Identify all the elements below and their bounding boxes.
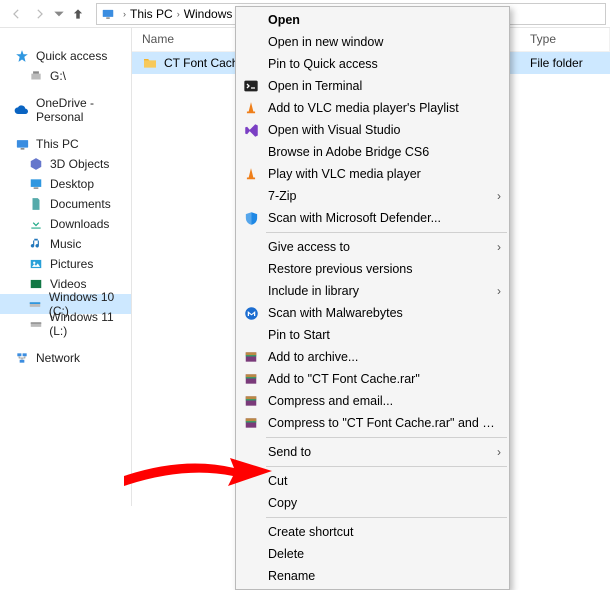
ctx-cut[interactable]: Cut [236,470,509,492]
winrar-icon [240,368,262,390]
ctx-rename[interactable]: Rename [236,565,509,587]
col-type[interactable]: Type [520,28,610,51]
download-icon [28,216,44,232]
pc-icon [101,7,115,21]
back-button[interactable] [4,2,28,26]
desktop-icon [28,176,44,192]
videos-icon [28,276,44,292]
breadcrumb-seg[interactable]: This PC [130,7,173,21]
ctx-delete[interactable]: Delete [236,543,509,565]
arrow-right-icon [33,7,47,21]
network-icon [14,350,30,366]
chevron-right-icon: › [497,189,501,203]
sidebar-item-music[interactable]: Music [0,234,131,254]
winrar-icon [240,346,262,368]
shield-icon [240,207,262,229]
drive-icon [28,296,43,312]
ctx-vlc-playlist[interactable]: Add to VLC media player's Playlist [236,97,509,119]
star-icon [14,48,30,64]
chevron-right-icon: › [497,284,501,298]
row-type: File folder [520,56,583,70]
winrar-icon [240,390,262,412]
ctx-open-new-window[interactable]: Open in new window [236,31,509,53]
drive-icon [28,316,43,332]
sidebar-item-desktop[interactable]: Desktop [0,174,131,194]
row-name: CT Font Cache [164,56,245,70]
sidebar-item-documents[interactable]: Documents [0,194,131,214]
malwarebytes-icon [240,302,262,324]
ctx-copy[interactable]: Copy [236,492,509,514]
sidebar-item-3d[interactable]: 3D Objects [0,154,131,174]
ctx-vlc-play[interactable]: Play with VLC media player [236,163,509,185]
terminal-icon [240,75,262,97]
sidebar-onedrive[interactable]: OneDrive - Personal [0,100,131,120]
chevron-right-icon: › [497,445,501,459]
sidebar-item-downloads[interactable]: Downloads [0,214,131,234]
music-icon [28,236,44,252]
ctx-visual-studio[interactable]: Open with Visual Studio [236,119,509,141]
ctx-send-to[interactable]: Send to› [236,441,509,463]
sidebar-quick-access[interactable]: Quick access [0,46,131,66]
ctx-restore-previous[interactable]: Restore previous versions [236,258,509,280]
up-button[interactable] [66,2,90,26]
vlc-icon [240,163,262,185]
sidebar-item-l-drive[interactable]: Windows 11 (L:) [0,314,131,334]
ctx-compress-email[interactable]: Compress and email... [236,390,509,412]
folder-icon [142,55,158,71]
arrow-up-icon [71,7,85,21]
chevron-down-icon [52,7,66,21]
cloud-icon [14,102,30,118]
ctx-include-library[interactable]: Include in library› [236,280,509,302]
forward-button[interactable] [28,2,52,26]
arrow-left-icon [9,7,23,21]
sidebar-network[interactable]: Network [0,348,131,368]
ctx-malwarebytes[interactable]: Scan with Malwarebytes [236,302,509,324]
winrar-icon [240,412,262,434]
chevron-right-icon: › [497,240,501,254]
document-icon [28,196,44,212]
ctx-add-rar[interactable]: Add to "CT Font Cache.rar" [236,368,509,390]
ctx-add-archive[interactable]: Add to archive... [236,346,509,368]
pictures-icon [28,256,44,272]
sidebar-item-pictures[interactable]: Pictures [0,254,131,274]
vlc-icon [240,97,262,119]
pc-icon [14,136,30,152]
sidebar-item-g[interactable]: G:\ [0,66,131,86]
ctx-pin-quick-access[interactable]: Pin to Quick access [236,53,509,75]
recent-dropdown[interactable] [52,2,66,26]
ctx-pin-start[interactable]: Pin to Start [236,324,509,346]
ctx-open[interactable]: Open [236,9,509,31]
ctx-create-shortcut[interactable]: Create shortcut [236,521,509,543]
context-menu: Open Open in new window Pin to Quick acc… [235,6,510,590]
usb-drive-icon [28,68,44,84]
ctx-give-access[interactable]: Give access to› [236,236,509,258]
ctx-7zip[interactable]: 7-Zip› [236,185,509,207]
ctx-compress-rar-email[interactable]: Compress to "CT Font Cache.rar" and emai… [236,412,509,434]
sidebar-this-pc[interactable]: This PC [0,134,131,154]
cube-icon [28,156,44,172]
ctx-open-terminal[interactable]: Open in Terminal [236,75,509,97]
visual-studio-icon [240,119,262,141]
ctx-defender[interactable]: Scan with Microsoft Defender... [236,207,509,229]
sidebar: Quick access G:\ OneDrive - Personal Thi… [0,28,132,506]
ctx-adobe-bridge[interactable]: Browse in Adobe Bridge CS6 [236,141,509,163]
